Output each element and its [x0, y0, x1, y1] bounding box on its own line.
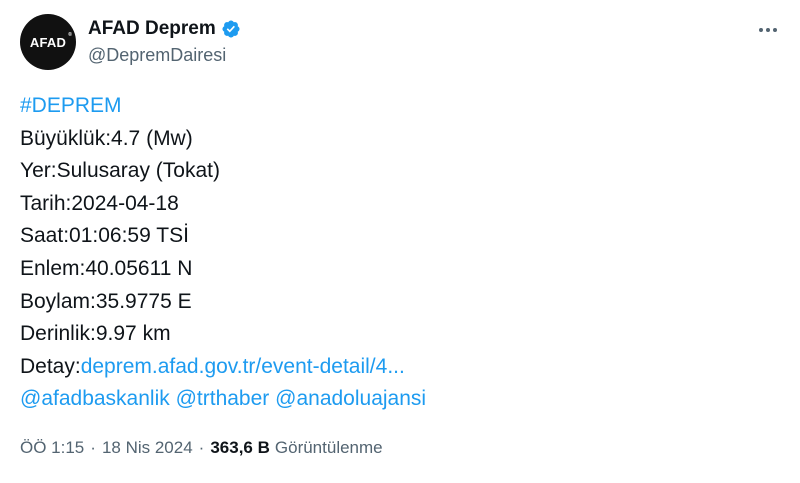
longitude-value: 35.9775 E: [95, 289, 192, 313]
time-line: Saat:01:06:59 TSİ: [20, 220, 780, 253]
hashtag-link[interactable]: #DEPREM: [20, 94, 122, 117]
tweet-meta: ÖÖ 1:15 · 18 Nis 2024 · 363,6 B Görüntül…: [20, 438, 383, 458]
more-options-button[interactable]: [754, 20, 782, 40]
tweet-date[interactable]: 18 Nis 2024: [102, 438, 193, 458]
avatar[interactable]: AFAD ®: [20, 14, 76, 70]
detail-line: Detay:deprem.afad.gov.tr/event-detail/4.…: [20, 351, 780, 384]
latitude-label: Enlem:: [20, 256, 86, 280]
author-display-name[interactable]: AFAD Deprem: [88, 18, 216, 40]
magnitude-label: Büyüklük:: [20, 126, 112, 150]
tweet-card: AFAD ® AFAD Deprem @DepremDairesi #DEPREM…: [0, 0, 800, 483]
location-value: Sulusaray (Tokat): [56, 159, 220, 183]
hashtag-line: #DEPREM: [20, 90, 780, 123]
author-handle[interactable]: @DepremDairesi: [88, 45, 226, 66]
location-line: Yer:Sulusaray (Tokat): [20, 155, 780, 188]
verified-badge-icon: [221, 19, 241, 39]
time-value: 01:06:59 TSİ: [69, 224, 189, 248]
time-label: Saat:: [20, 224, 70, 248]
latitude-value: 40.05611 N: [85, 256, 193, 280]
depth-label: Derinlik:: [20, 322, 96, 346]
views-label: Görüntülenme: [274, 438, 383, 457]
detail-link[interactable]: deprem.afad.gov.tr/event-detail/4...: [81, 355, 405, 378]
detail-label: Detay:: [20, 354, 81, 378]
latitude-line: Enlem:40.05611 N: [20, 253, 780, 286]
date-value: 2024-04-18: [71, 191, 179, 215]
tweet-time[interactable]: ÖÖ 1:15: [20, 438, 84, 458]
magnitude-line: Büyüklük:4.7 (Mw): [20, 123, 780, 156]
mention-afadbaskanlik[interactable]: @afadbaskanlik: [20, 387, 170, 410]
registered-mark: ®: [68, 31, 73, 38]
depth-value: 9.97 km: [95, 322, 171, 346]
meta-separator: ·: [90, 438, 96, 457]
more-horizontal-icon: [766, 28, 770, 32]
mentions-line: @afadbaskanlik @trthaber @anadoluajansi: [20, 383, 780, 416]
longitude-label: Boylam:: [20, 289, 96, 313]
location-label: Yer:: [20, 159, 57, 183]
more-horizontal-icon: [773, 28, 777, 32]
more-horizontal-icon: [759, 28, 763, 32]
views-count: 363,6 B: [210, 438, 270, 457]
mention-trthaber[interactable]: @trthaber: [176, 387, 270, 410]
date-line: Tarih:2024-04-18: [20, 188, 780, 221]
depth-line: Derinlik:9.97 km: [20, 318, 780, 351]
magnitude-value: 4.7 (Mw): [111, 126, 193, 150]
mention-anadoluajansi[interactable]: @anadoluajansi: [275, 387, 426, 410]
author-name-row: AFAD Deprem: [88, 16, 241, 42]
longitude-line: Boylam:35.9775 E: [20, 286, 780, 319]
meta-separator: ·: [198, 438, 205, 457]
avatar-logo-text: AFAD ®: [29, 31, 73, 50]
tweet-text: #DEPREM Büyüklük:4.7 (Mw) Yer:Sulusaray …: [20, 90, 780, 416]
date-label: Tarih:: [20, 191, 72, 215]
